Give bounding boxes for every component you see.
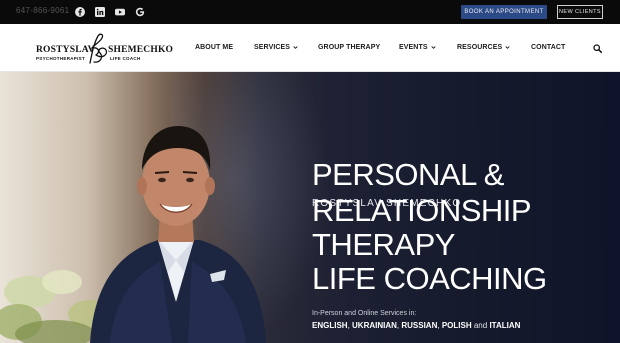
logo-subtitle-left: PSYCHOTHERAPIST [36,56,86,61]
top-bar: 647-866-9061 BOOK AN APPOINTMENT NEW CLI… [0,0,620,24]
nav-item-label: SERVICES [254,44,291,51]
chevron-down-icon [430,46,436,49]
nav-item-label: CONTACT [531,44,566,51]
nav-item-about-me[interactable]: ABOUT ME [195,44,233,51]
nav-item-group-therapy[interactable]: GROUP THERAPY [318,44,380,51]
hero-banner: ROSTYSLAV SHEMECHKO PERSONAL & RELATIONS… [0,72,620,343]
linkedin-icon[interactable] [94,6,105,17]
nav-item-label: ABOUT ME [195,44,234,51]
language-ukrainian: UKRAINIAN [352,321,397,330]
google-icon[interactable] [134,6,145,17]
headline-line-4: LIFE COACHING [312,261,547,296]
site-logo[interactable]: ROSTYSLAV SHEMECHKO PSYCHOTHERAPIST LIFE… [30,33,173,65]
logo-subtitle-right: LIFE COACH [110,56,141,61]
nav-item-events[interactable]: EVENTS [399,44,436,51]
chevron-down-icon [505,46,510,49]
youtube-icon[interactable] [114,6,125,17]
nav-item-label: EVENTS [399,44,428,51]
nav-item-contact[interactable]: CONTACT [531,44,565,51]
facebook-icon[interactable] [74,6,85,17]
languages-conjunction: and [473,321,488,330]
services-intro: In-Person and Online Services in: [312,310,417,317]
headline-line-1: PERSONAL & [312,157,504,192]
nav-item-label: RESOURCES [457,44,503,51]
language-russian: RUSSIAN [401,321,438,330]
nav-item-services[interactable]: SERVICES [254,44,298,51]
chevron-down-icon [293,46,298,49]
language-italian: ITALIAN [489,321,521,330]
new-clients-button[interactable]: NEW CLIENTS [557,5,603,19]
logo-first-name: ROSTYSLAV [36,45,95,55]
language-english: ENGLISH [312,321,348,330]
portrait-photo [90,126,266,343]
nav-item-resources[interactable]: RESOURCES [457,44,510,51]
search-icon[interactable] [593,44,602,53]
headline-line-3: THERAPY [312,227,455,262]
languages-list: ENGLISH, UKRAINIAN, RUSSIAN, POLISH and … [312,321,521,330]
headline-line-2: RELATIONSHIP [312,193,532,228]
nav-item-label: GROUP THERAPY [318,44,381,51]
main-navigation: ROSTYSLAV SHEMECHKO PSYCHOTHERAPIST LIFE… [0,24,620,72]
phone-number[interactable]: 647-866-9061 [16,6,69,15]
book-appointment-button[interactable]: BOOK AN APPOINTMENT [461,5,547,19]
language-polish: POLISH [441,321,472,330]
logo-last-name: SHEMECHKO [108,45,174,55]
